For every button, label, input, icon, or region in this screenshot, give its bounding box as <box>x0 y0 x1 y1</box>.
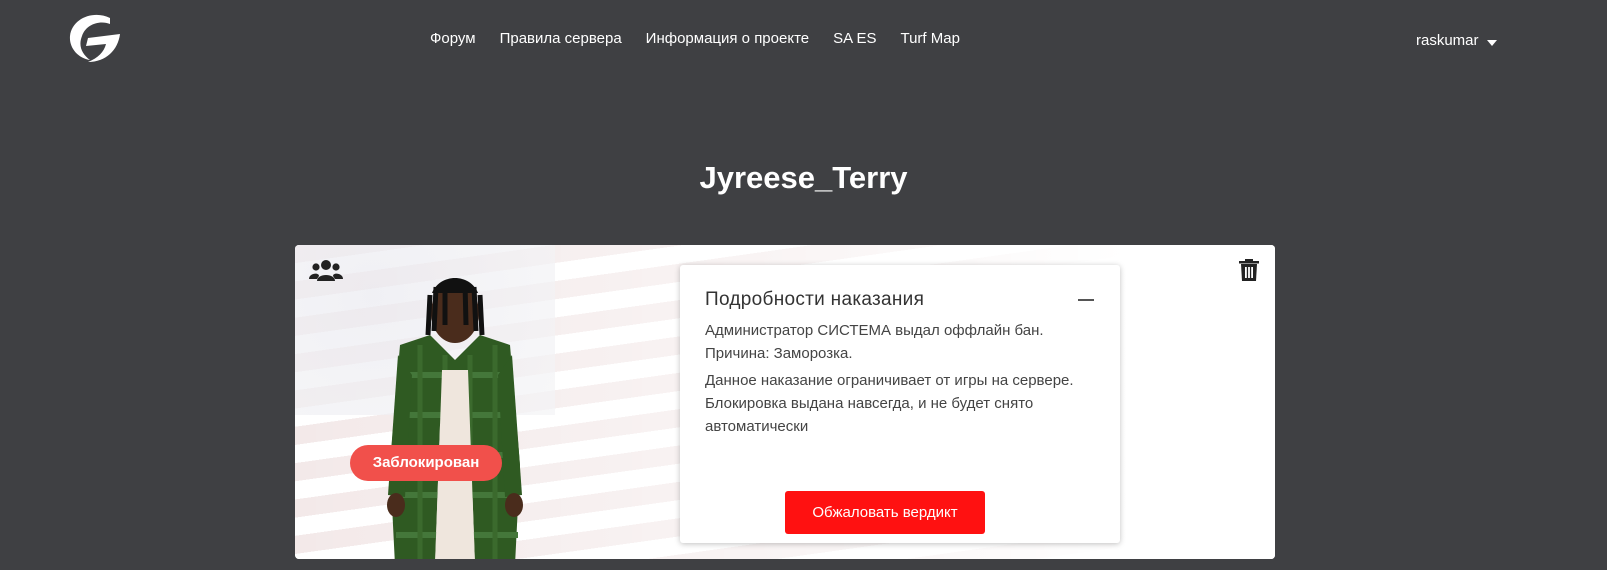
nav-forum[interactable]: Форум <box>430 30 476 47</box>
user-menu[interactable]: raskumar <box>1416 32 1497 49</box>
main-nav: Форум Правила сервера Информация о проек… <box>430 30 984 47</box>
site-logo-icon[interactable] <box>64 12 122 64</box>
trash-icon[interactable] <box>1239 259 1259 281</box>
username: raskumar <box>1416 32 1479 49</box>
nav-server-rules[interactable]: Правила сервера <box>500 30 622 47</box>
profile-card: Заблокирован Подробности наказания Админ… <box>295 245 1275 559</box>
appeal-button[interactable]: Обжаловать вердикт <box>785 491 985 534</box>
page-title: Jyreese_Terry <box>699 160 908 195</box>
nav-project-info[interactable]: Информация о проекте <box>646 30 809 47</box>
punishment-text: Администратор СИСТЕМА выдал оффлайн бан.… <box>705 319 1100 442</box>
nav-turf-map[interactable]: Turf Map <box>900 30 959 47</box>
player-skin-image <box>387 278 523 559</box>
page: Форум Правила сервера Информация о проек… <box>0 0 1607 570</box>
panel-title: Подробности наказания <box>705 289 925 310</box>
status-badge: Заблокирован <box>350 445 502 481</box>
punishment-details-panel: Подробности наказания Администратор СИСТ… <box>680 265 1120 543</box>
chevron-down-icon <box>1486 39 1497 46</box>
punishment-line-reason: Причина: Заморозка. <box>705 345 853 362</box>
punishment-line-admin: Администратор СИСТЕМА выдал оффлайн бан. <box>705 322 1044 339</box>
punishment-line-description: Данное наказание ограничивает от игры на… <box>705 372 1074 435</box>
minus-icon[interactable] <box>1078 299 1094 301</box>
nav-sa-es[interactable]: SA ES <box>833 30 876 47</box>
group-icon[interactable] <box>309 259 343 281</box>
